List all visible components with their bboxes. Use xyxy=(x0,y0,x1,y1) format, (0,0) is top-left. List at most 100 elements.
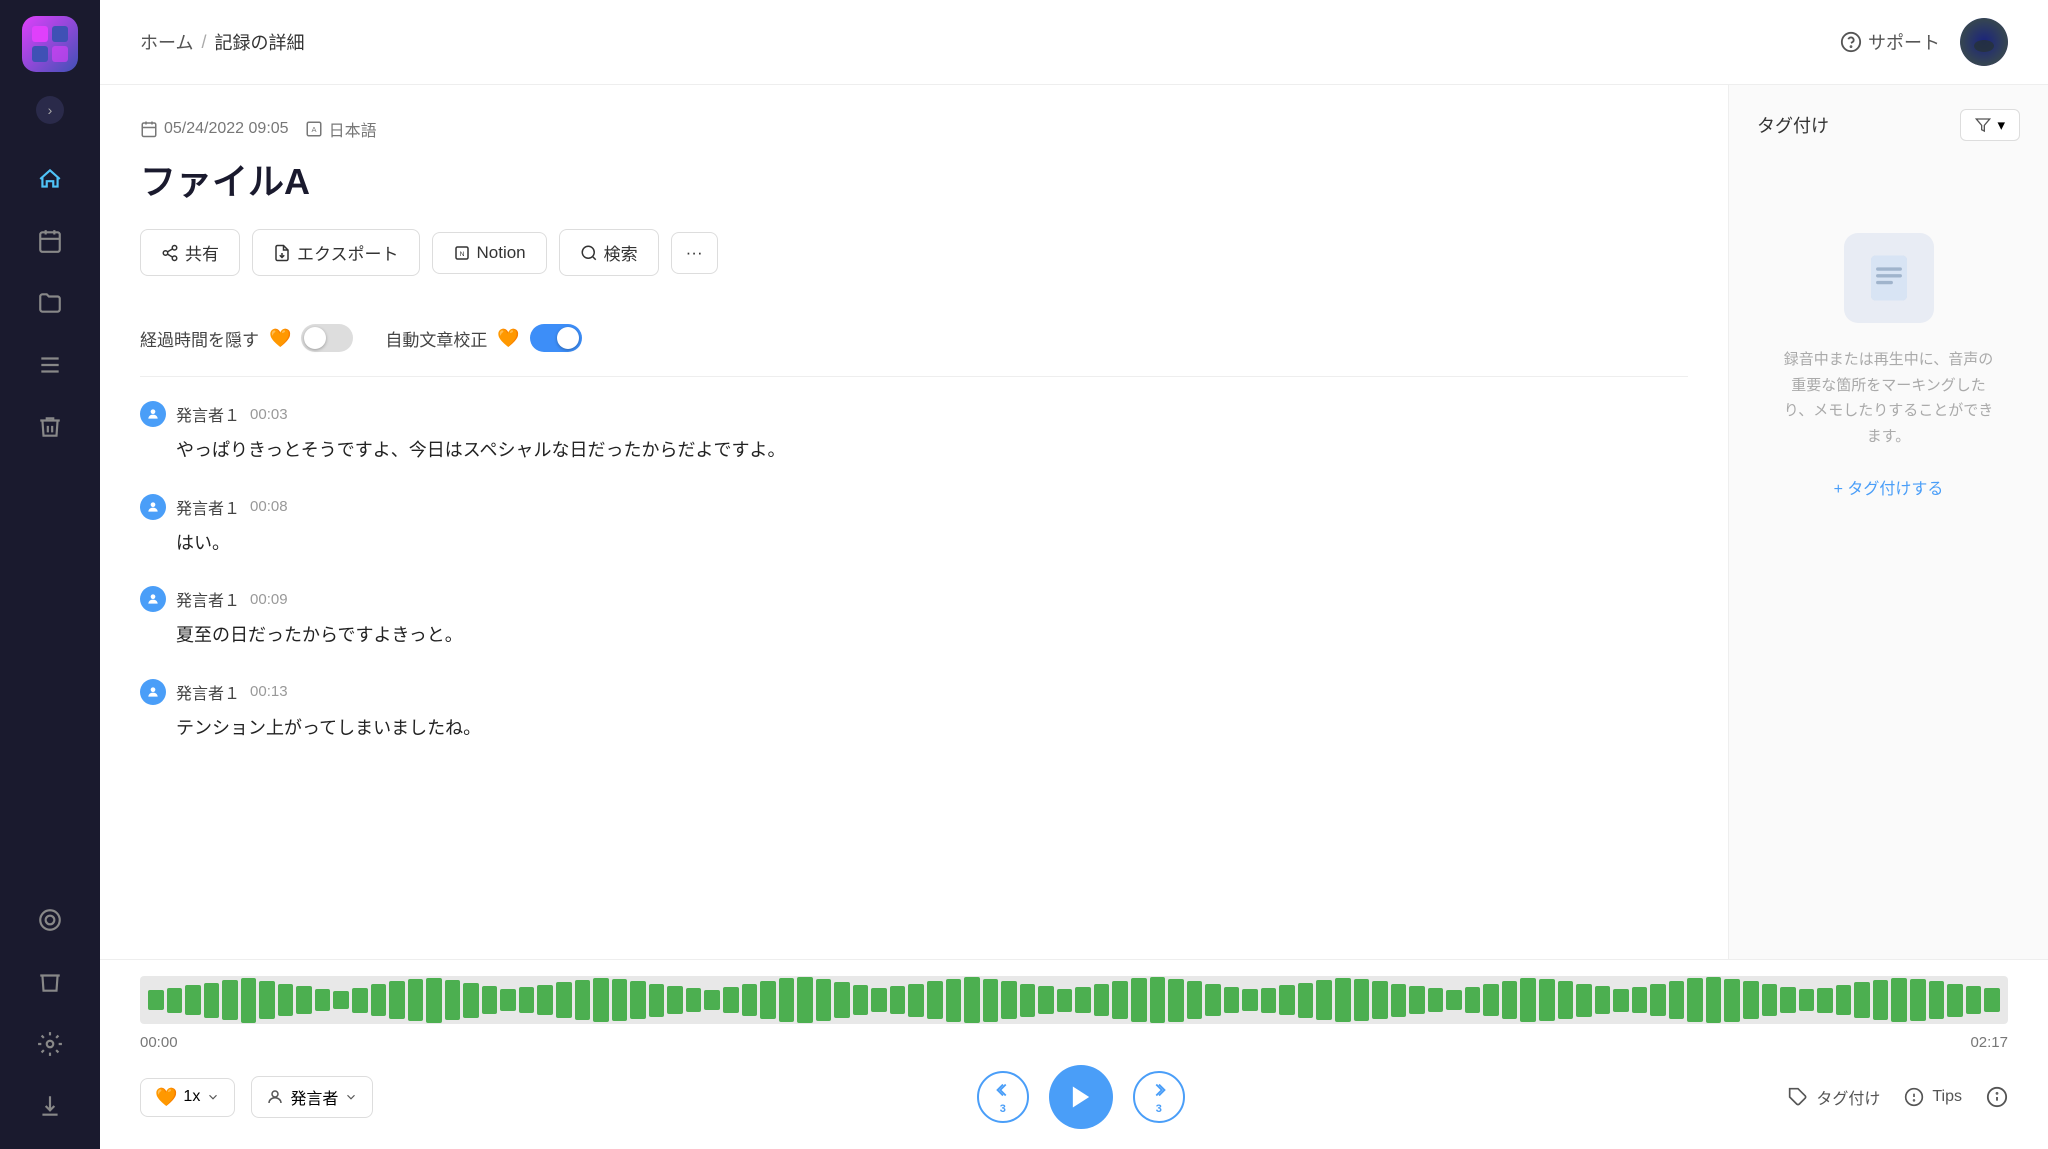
hide-time-control: 経過時間を隠す 🧡 xyxy=(140,324,353,352)
breadcrumb: ホーム / 記録の詳細 xyxy=(140,29,304,55)
speaker-name-3: 発言者１ xyxy=(176,680,240,704)
tag-panel: タグ付け ▾ 録音中または再生中に、音声の重要な箇所 xyxy=(1728,85,2048,959)
filter-label: ▾ xyxy=(1997,116,2005,134)
waveform[interactable] xyxy=(140,976,2008,1024)
entry-text-0: やっぱりきっとそうですよ、今日はスペシャルな日だったからだよですよ。 xyxy=(140,435,1688,466)
transcript-area: 05/24/2022 09:05 A 日本語 ファイルA xyxy=(100,85,1728,959)
share-button[interactable]: 共有 xyxy=(140,229,240,276)
waveform-bars xyxy=(140,976,2008,1024)
player-center: 3 3 xyxy=(373,1065,1788,1129)
support-label: サポート xyxy=(1868,29,1940,55)
notion-button[interactable]: N Notion xyxy=(432,232,547,274)
file-language-value: 日本語 xyxy=(329,117,377,141)
entry-header-0: 発言者１ 00:03 xyxy=(140,401,1688,427)
more-label: ··· xyxy=(686,243,703,263)
transcript-entry-0: 発言者１ 00:03 やっぱりきっとそうですよ、今日はスペシャルな日だったからだ… xyxy=(140,401,1688,466)
entry-text-3: テンション上がってしまいましたね。 xyxy=(140,713,1688,744)
export-button[interactable]: エクスポート xyxy=(252,229,420,276)
entry-header-1: 発言者１ 00:08 xyxy=(140,494,1688,520)
autocorrect-control: 自動文章校正 🧡 xyxy=(385,324,581,352)
breadcrumb-separator: / xyxy=(201,32,206,53)
tag-action-label: タグ付け xyxy=(1816,1085,1880,1109)
skip-forward-button[interactable]: 3 xyxy=(1133,1071,1185,1123)
support-button[interactable]: サポート xyxy=(1840,29,1940,55)
player-area: 00:00 02:17 🧡 1x 発言者 xyxy=(100,959,2048,1149)
speaker-icon-0 xyxy=(140,401,166,427)
time-end: 02:17 xyxy=(1970,1034,2008,1051)
sidebar-item-home[interactable] xyxy=(23,152,77,206)
tag-panel-header: タグ付け ▾ xyxy=(1757,109,2020,141)
svg-text:N: N xyxy=(459,251,464,258)
sidebar-item-delete[interactable] xyxy=(23,955,77,1009)
sidebar-item-download[interactable] xyxy=(23,1079,77,1133)
entry-header-3: 発言者１ 00:13 xyxy=(140,679,1688,705)
speed-value: 1x xyxy=(183,1088,200,1106)
sidebar-collapse-button[interactable]: › xyxy=(36,96,64,124)
notion-label: Notion xyxy=(477,243,526,263)
more-button[interactable]: ··· xyxy=(671,232,718,274)
skip-back-label: 3 xyxy=(1000,1103,1006,1115)
speaker-time-1: 00:08 xyxy=(250,498,288,515)
speed-button[interactable]: 🧡 1x xyxy=(140,1078,235,1117)
hide-time-premium-icon: 🧡 xyxy=(269,328,291,349)
svg-text:A: A xyxy=(311,125,316,134)
breadcrumb-home[interactable]: ホーム xyxy=(140,29,193,55)
sidebar-item-calendar[interactable] xyxy=(23,214,77,268)
tag-empty-icon xyxy=(1844,233,1934,323)
player-controls: 🧡 1x 発言者 xyxy=(140,1065,2008,1129)
breadcrumb-current: 記録の詳細 xyxy=(214,29,304,55)
tips-button[interactable]: Tips xyxy=(1904,1087,1962,1107)
app-logo[interactable] xyxy=(22,16,78,72)
hide-time-toggle[interactable] xyxy=(301,324,353,352)
search-button[interactable]: 検索 xyxy=(559,229,659,276)
autocorrect-premium-icon: 🧡 xyxy=(497,328,519,349)
sidebar-item-settings[interactable] xyxy=(23,1017,77,1071)
speaker-label: 発言者 xyxy=(290,1085,338,1109)
sidebar-item-location[interactable] xyxy=(23,893,77,947)
speaker-icon-2 xyxy=(140,586,166,612)
sidebar-item-list[interactable] xyxy=(23,338,77,392)
file-meta: 05/24/2022 09:05 A 日本語 xyxy=(140,117,1688,141)
player-left: 🧡 1x 発言者 xyxy=(140,1076,373,1118)
speaker-icon-1 xyxy=(140,494,166,520)
file-title: ファイルA xyxy=(140,153,1688,205)
share-label: 共有 xyxy=(185,240,219,265)
speaker-select-button[interactable]: 発言者 xyxy=(251,1076,373,1118)
sidebar: › xyxy=(0,0,100,1149)
skip-back-button[interactable]: 3 xyxy=(977,1071,1029,1123)
filter-button[interactable]: ▾ xyxy=(1960,109,2020,141)
sidebar-item-folder[interactable] xyxy=(23,276,77,330)
file-date-value: 05/24/2022 09:05 xyxy=(164,120,289,138)
toolbar: 共有 エクスポート N Notion xyxy=(140,229,1688,276)
speed-icon: 🧡 xyxy=(155,1087,177,1108)
speaker-name-2: 発言者１ xyxy=(176,587,240,611)
play-button[interactable] xyxy=(1049,1065,1113,1129)
speaker-time-2: 00:09 xyxy=(250,591,288,608)
tips-label: Tips xyxy=(1932,1088,1962,1106)
tag-action-button[interactable]: タグ付け xyxy=(1788,1085,1880,1109)
autocorrect-toggle[interactable] xyxy=(530,324,582,352)
sidebar-item-trash[interactable] xyxy=(23,400,77,454)
tag-panel-title: タグ付け xyxy=(1757,112,1829,138)
transcript-entry-3: 発言者１ 00:13 テンション上がってしまいましたね。 xyxy=(140,679,1688,744)
player-right: タグ付け Tips xyxy=(1788,1085,2008,1109)
autocorrect-label: 自動文章校正 xyxy=(385,326,487,351)
main-area: ホーム / 記録の詳細 サポート xyxy=(100,0,2048,1149)
transcript-entry-1: 発言者１ 00:08 はい。 xyxy=(140,494,1688,559)
export-label: エクスポート xyxy=(297,240,399,265)
user-avatar[interactable] xyxy=(1960,18,2008,66)
search-label: 検索 xyxy=(604,240,638,265)
transcript-entries: 発言者１ 00:03 やっぱりきっとそうですよ、今日はスペシャルな日だったからだ… xyxy=(140,401,1688,743)
entry-text-2: 夏至の日だったからですよきっと。 xyxy=(140,620,1688,651)
speaker-icon-3 xyxy=(140,679,166,705)
entry-text-1: はい。 xyxy=(140,528,1688,559)
info-button[interactable] xyxy=(1986,1086,2008,1108)
header: ホーム / 記録の詳細 サポート xyxy=(100,0,2048,85)
time-start: 00:00 xyxy=(140,1034,178,1051)
time-display: 00:00 02:17 xyxy=(140,1034,2008,1051)
tag-add-button[interactable]: + タグ付けする xyxy=(1822,469,1956,505)
speaker-name-0: 発言者１ xyxy=(176,402,240,426)
file-language: A 日本語 xyxy=(305,117,377,141)
content-body: 05/24/2022 09:05 A 日本語 ファイルA xyxy=(100,85,2048,959)
skip-forward-label: 3 xyxy=(1156,1103,1162,1115)
